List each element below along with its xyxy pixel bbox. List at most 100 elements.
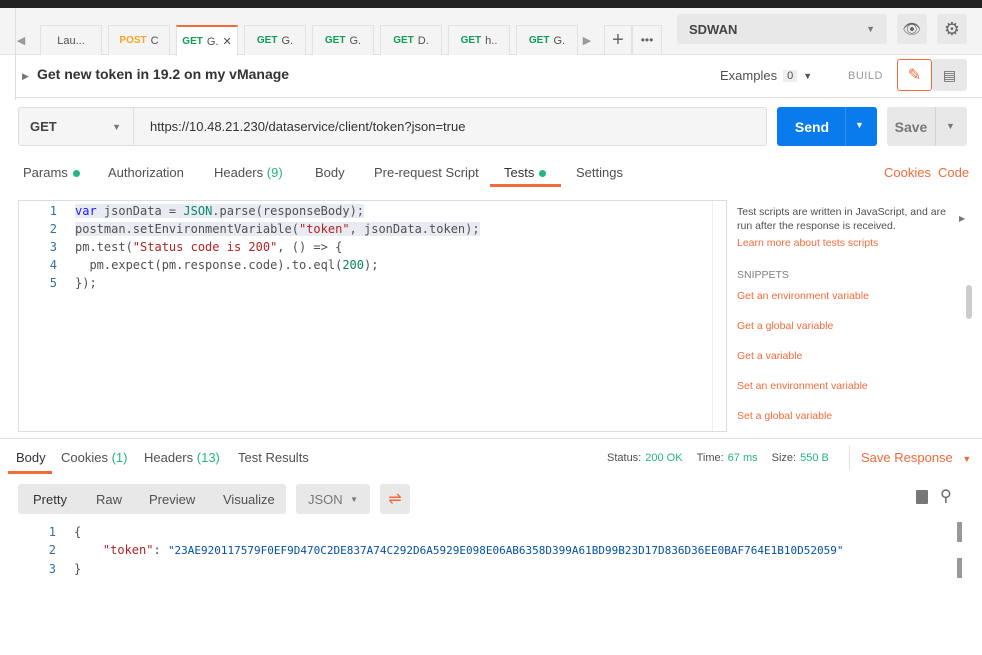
collapse-panel-icon[interactable]: ▶ [959,214,965,223]
examples-count: 0 [783,69,798,82]
tab-method: POST [119,35,147,46]
tests-help-text: Test scripts are written in JavaScript, … [737,206,946,232]
comments-icon[interactable]: ▤ [932,59,967,91]
response-scrollbar[interactable] [957,522,962,542]
snippet-link[interactable]: Get a global variable [737,320,833,332]
request-tab[interactable]: GET G. [516,25,578,55]
response-tab-test-results[interactable]: Test Results [238,450,309,465]
time-value: 67 ms [727,452,758,464]
tab-method: GET [393,35,414,46]
more-tabs-icon[interactable]: ••• [632,25,662,55]
line-number: 1 [48,525,56,539]
snippet-link[interactable]: Set an environment variable [737,380,868,392]
tab-prerequest-script[interactable]: Pre-request Script [374,165,479,180]
snippet-link[interactable]: Set a global variable [737,410,832,422]
request-tab[interactable]: GET D. [380,25,442,55]
response-scrollbar-horizontal[interactable] [957,558,962,578]
code-link[interactable]: Code [938,165,969,180]
cookies-link[interactable]: Cookies [884,165,931,180]
size-label: Size: [771,452,797,464]
send-label: Send [794,118,830,135]
code-line: { [74,525,82,539]
request-tab[interactable]: POST C [108,25,170,55]
gear-icon[interactable]: ⚙ [937,14,967,44]
format-select[interactable]: JSON ▼ [296,484,370,514]
eye-icon[interactable]: 👁 [897,14,927,44]
editor-scrollbar[interactable] [712,201,726,431]
chevron-down-icon: ▼ [112,121,121,132]
response-tab-headers[interactable]: Headers (13) [144,450,220,465]
edit-pencil-icon[interactable]: ✎ [897,59,932,91]
examples-label: Examples [720,68,778,83]
code-line: var jsonData = JSON.parse(responseBody); [75,204,365,218]
new-tab-button[interactable]: + [604,25,632,55]
tab-label: C [150,34,159,47]
chevron-down-icon: ▼ [350,494,358,504]
code-line: "token": "23AE920117579F0EF9D470C2DE837A… [102,543,844,557]
tab-label: G. [206,35,219,48]
tab-body[interactable]: Body [315,165,345,180]
tab-label: G. [349,34,362,47]
headers-count: (13) [196,450,220,465]
close-tab-icon[interactable]: ✕ [222,35,231,48]
search-icon[interactable]: ⚲ [940,486,952,506]
copy-icon[interactable] [916,490,928,504]
save-options-chevron-icon[interactable]: ▼ [946,121,955,131]
format-value: JSON [308,491,343,507]
tab-label: G. [281,34,294,47]
tab-tests[interactable]: Tests [504,165,547,180]
tab-method: GET [460,35,482,46]
request-tab[interactable]: GET G. [244,25,306,55]
line-number: 3 [49,240,57,254]
view-visualize[interactable]: Visualize [223,492,275,507]
method-select[interactable]: GET ▼ [18,107,134,146]
active-tab-indicator [490,184,561,187]
url-input[interactable]: https://10.48.21.230/dataservice/client/… [150,119,465,134]
tab-label: Tests [504,165,535,180]
divider [0,438,982,439]
status-label: Status: [607,452,642,464]
request-tab[interactable]: GET G. [312,25,374,55]
request-tab[interactable]: GET G. ✕ [176,25,238,56]
chevron-down-icon: ▼ [866,24,875,34]
view-raw[interactable]: Raw [96,492,122,507]
view-pretty[interactable]: Pretty [33,492,67,507]
snippets-scrollbar[interactable] [966,285,972,319]
snippet-link[interactable]: Get a variable [737,350,802,362]
view-preview[interactable]: Preview [149,492,195,507]
response-meta: Status: 200 OK Time: 67 ms Size: 550 B [607,452,829,464]
tab-method: GET [182,36,203,47]
response-tab-body[interactable]: Body [16,450,46,465]
request-title: Get new token in 19.2 on my vManage [37,66,290,82]
environment-select[interactable]: SDWAN ▼ [677,14,887,44]
tab-method: GET [324,35,346,46]
environment-name: SDWAN [689,21,738,37]
tab-label: h.. [485,34,498,47]
examples-dropdown[interactable]: Examples 0 ▼ [720,68,812,83]
save-response-button[interactable]: Save Response ▼ [861,450,971,465]
wrap-lines-icon[interactable]: ⇌ [380,484,410,514]
snippet-link[interactable]: Get an environment variable [737,290,869,302]
tab-settings[interactable]: Settings [576,165,623,180]
tab-params[interactable]: Params [23,165,80,180]
tabs-scroll-left-icon[interactable]: ◀ [14,32,28,48]
code-line: pm.test("Status code is 200", () => { [75,240,343,254]
status-dot [539,170,547,178]
tabs-scroll-right-icon[interactable]: ▶ [580,32,594,48]
save-label: Save [894,118,928,135]
request-tab[interactable]: Lau... [40,25,102,55]
line-number: 2 [48,543,56,557]
tab-label: Cookies [61,450,108,465]
divider [935,107,936,146]
response-tab-cookies[interactable]: Cookies (1) [61,450,127,465]
expand-caret-icon[interactable]: ▶ [22,71,29,82]
request-tab[interactable]: GET h.. [448,25,510,55]
send-options-chevron-icon[interactable]: ▼ [855,120,864,130]
learn-more-link[interactable]: Learn more about tests scripts [737,236,957,250]
size-value: 550 B [800,452,829,464]
save-button[interactable]: Save [887,107,967,146]
response-body[interactable]: 1 { 2 "token": "23AE920117579F0EF9D470C2D… [18,523,948,578]
tests-editor[interactable]: 1 var jsonData = JSON.parse(responseBody)… [18,200,727,432]
tab-headers[interactable]: Headers (9) [214,165,283,180]
tab-authorization[interactable]: Authorization [108,165,184,180]
